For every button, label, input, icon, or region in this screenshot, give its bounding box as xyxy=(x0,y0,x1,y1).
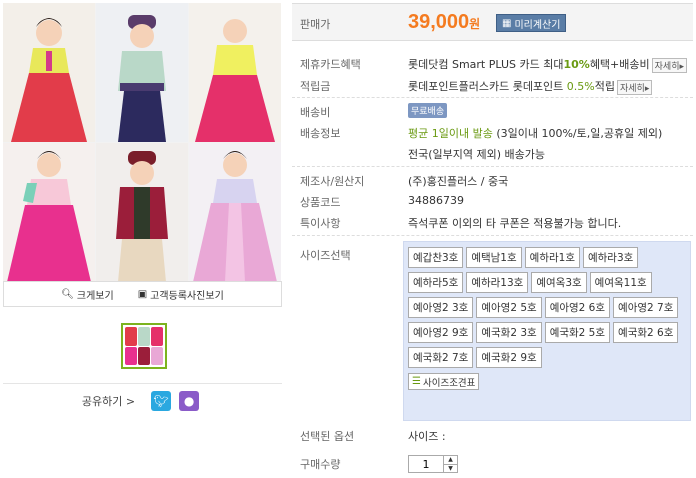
size-option-button[interactable]: 예여옥11호 xyxy=(589,272,652,293)
size-options-list: 예갑찬3호 예택남1호 예하라1호 예하라3호예하라5호 예하라13호 예여옥3호 예여옥1… xyxy=(408,247,686,372)
size-option-button[interactable]: 예하라3호 xyxy=(582,247,639,268)
quantity-input[interactable] xyxy=(409,456,443,472)
hanbok-image-2 xyxy=(96,3,188,142)
size-option-button[interactable]: 예국화2 6호 xyxy=(613,322,679,343)
size-select-label: 사이즈선택 xyxy=(300,249,351,262)
size-option-button[interactable]: 예아영2 7호 xyxy=(613,297,679,318)
hanbok-image-3 xyxy=(189,3,281,142)
size-option-button[interactable]: 예택남1호 xyxy=(466,247,522,268)
zoom-label: 크게보기 xyxy=(76,290,114,302)
calculator-icon: ▦ xyxy=(502,17,512,29)
customer-photo-button[interactable]: ▣ 고객등록사진보기 xyxy=(138,287,224,302)
quantity-increase-button[interactable]: ▲ xyxy=(444,456,457,465)
product-code-label: 상품코드 xyxy=(300,196,341,209)
hanbok-image-5 xyxy=(96,143,188,281)
main-product-image[interactable] xyxy=(3,3,281,281)
points-label: 적립금 xyxy=(300,80,331,93)
divider xyxy=(292,235,693,236)
size-option-button[interactable]: 예아영2 3호 xyxy=(408,297,474,318)
selected-option-label: 선택된 옵션 xyxy=(300,430,355,443)
twitter-icon[interactable]: 🐦︎ xyxy=(151,390,172,411)
customer-photo-label: 고객등록사진보기 xyxy=(150,290,224,302)
shipping-info-label: 배송정보 xyxy=(300,127,341,140)
free-shipping-badge: 무료배송 xyxy=(408,103,448,118)
card-benefit-value: 롯데닷컴 Smart PLUS 카드 최대10%혜택+배송비 자세히▸ xyxy=(408,56,687,73)
points-more-button[interactable]: 자세히▸ xyxy=(617,79,653,95)
selected-option-value: 사이즈 : xyxy=(408,430,446,443)
share-label: 공유하기 > xyxy=(81,394,136,408)
price-row: 판매가 39,000원 ▦ 미리계산기 xyxy=(292,3,693,41)
quantity-label: 구매수량 xyxy=(300,458,341,471)
price-value: 39,000원 xyxy=(408,11,481,33)
divider xyxy=(292,97,693,98)
size-options-panel: 예갑찬3호 예택남1호 예하라1호 예하라3호예하라5호 예하라13호 예여옥3호 예여옥1… xyxy=(403,241,691,421)
kakaostory-icon[interactable]: ● xyxy=(179,390,200,411)
points-value: 롯데포인트플러스카드 롯데포인트 0.5%적립 자세히▸ xyxy=(408,78,653,95)
divider xyxy=(292,166,693,167)
price-label: 판매가 xyxy=(300,18,331,31)
hanbok-image-4 xyxy=(3,143,95,281)
size-option-button[interactable]: 예아영2 5호 xyxy=(476,297,542,318)
ruler-icon: ☰ xyxy=(412,376,421,387)
size-option-button[interactable]: 예아영2 6호 xyxy=(544,297,611,318)
size-option-button[interactable]: 예아영2 9호 xyxy=(408,322,474,343)
note-value: 즉석쿠폰 이외의 타 쿠폰은 적용불가능 합니다. xyxy=(408,217,622,230)
size-option-button[interactable]: 예국화2 7호 xyxy=(408,347,474,368)
size-option-button[interactable]: 예하라13호 xyxy=(466,272,529,293)
maker-value: (주)홍진플러스 / 중국 xyxy=(408,175,509,188)
product-gallery: 🔍︎ 크게보기 ▣ 고객등록사진보기 공유하기 > 🐦︎ ● xyxy=(0,0,285,478)
zoom-button[interactable]: 🔍︎ 크게보기 xyxy=(61,287,114,302)
note-label: 특이사항 xyxy=(300,217,341,230)
size-chart-button[interactable]: ☰ 사이즈조견표 xyxy=(408,373,480,390)
size-option-button[interactable]: 예여옥3호 xyxy=(531,272,587,293)
shipping-info-line2: 전국(일부지역 제외) 배송가능 xyxy=(408,148,546,161)
magnifier-icon: 🔍︎ xyxy=(61,288,74,300)
hanbok-image-6 xyxy=(189,143,281,281)
size-option-button[interactable]: 예국화2 9호 xyxy=(476,347,542,368)
card-benefit-label: 제휴카드혜택 xyxy=(300,58,361,71)
shipping-fee-value: 무료배송 xyxy=(408,103,448,118)
quantity-stepper: ▲ ▼ xyxy=(408,455,458,473)
photo-icon: ▣ xyxy=(137,288,148,300)
size-option-button[interactable]: 예국화2 5호 xyxy=(544,322,611,343)
shipping-info-value: 평균 1일이내 발송 (3일이내 100%/토,일,공휴일 제외) xyxy=(408,127,663,140)
hanbok-image-1 xyxy=(3,3,95,142)
product-details: 판매가 39,000원 ▦ 미리계산기 제휴카드혜택 롯데닷컴 Smart PL… xyxy=(292,0,696,478)
thumbnail-1[interactable] xyxy=(121,323,167,369)
card-benefit-more-button[interactable]: 자세히▸ xyxy=(651,57,687,73)
price-calculator-button[interactable]: ▦ 미리계산기 xyxy=(496,14,567,32)
size-option-button[interactable]: 예하라5호 xyxy=(408,272,464,293)
size-option-button[interactable]: 예갑찬3호 xyxy=(408,247,464,268)
size-option-button[interactable]: 예하라1호 xyxy=(524,247,580,268)
share-bar: 공유하기 > 🐦︎ ● xyxy=(3,383,282,417)
quantity-decrease-button[interactable]: ▼ xyxy=(444,465,457,473)
shipping-fee-label: 배송비 xyxy=(300,106,331,119)
size-option-button[interactable]: 예국화2 3호 xyxy=(476,322,542,343)
product-code-value: 34886739 xyxy=(408,194,464,207)
image-button-bar: 🔍︎ 크게보기 ▣ 고객등록사진보기 xyxy=(3,281,282,307)
maker-label: 제조사/원산지 xyxy=(300,175,365,188)
